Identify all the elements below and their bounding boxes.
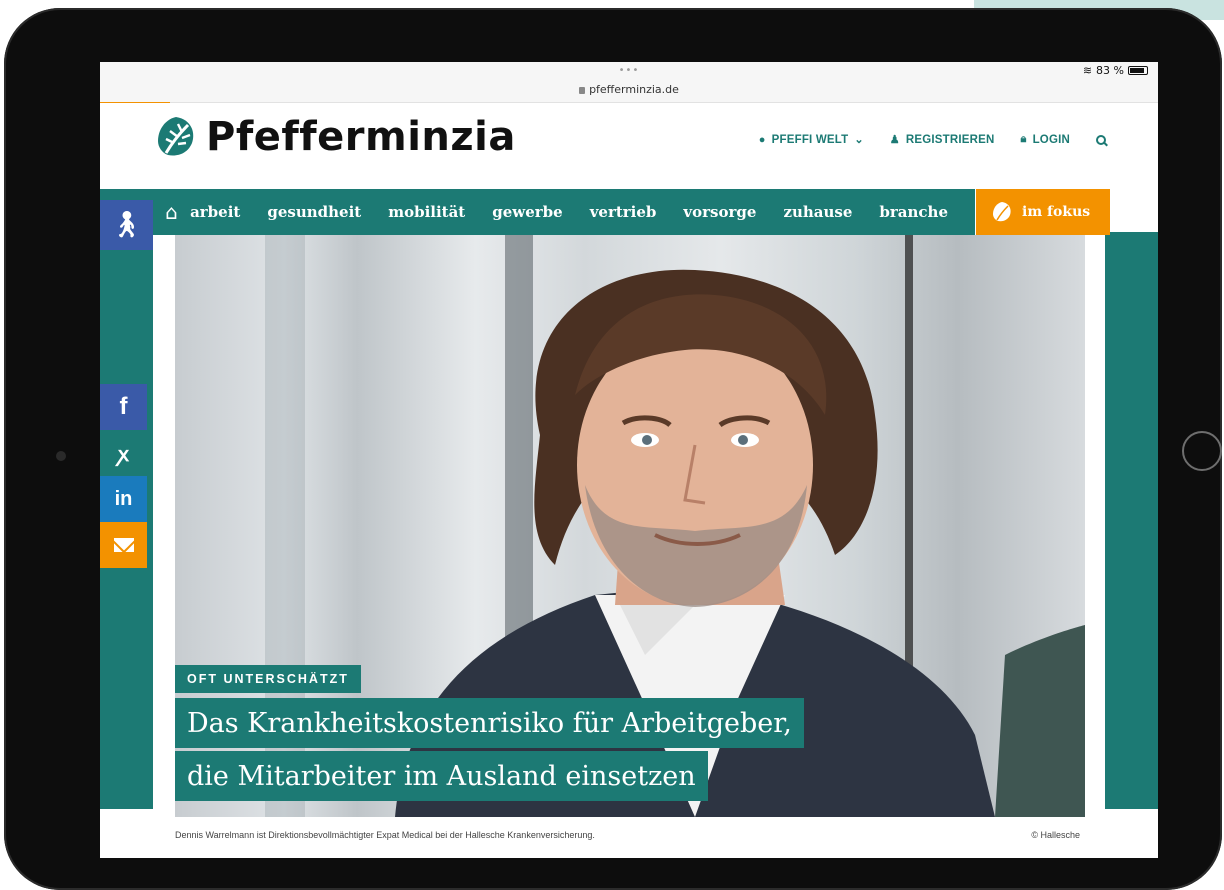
url-text: pfefferminzia.de <box>589 83 679 96</box>
im-fokus-label: im fokus <box>1022 204 1091 220</box>
image-caption: Dennis Warrelmann ist Direktionsbevollmä… <box>175 830 595 840</box>
battery-icon <box>1128 66 1148 75</box>
nav-vorsorge[interactable]: vorsorge <box>683 203 756 221</box>
nav-vertrieb[interactable]: vertrieb <box>590 203 657 221</box>
tab-dots[interactable]: ••• <box>100 65 1158 76</box>
login-label: LOGIN <box>1032 133 1070 146</box>
image-credit: © Hallesche <box>1031 830 1080 840</box>
category-navigation: ⌂ arbeit gesundheit mobilität gewerbe ve… <box>153 189 975 235</box>
xing-icon: ꭗ <box>118 443 129 466</box>
site-logo[interactable]: Pfefferminzia <box>152 113 516 161</box>
pfeffi-welt-label: PFEFFI WELT <box>771 133 849 146</box>
pfeffi-welt-menu[interactable]: ● PFEFFI WELT ⌄ <box>758 133 864 147</box>
browser-screen: ••• pfefferminzia.de ≋ 83 % Pfefferminzi… <box>100 62 1158 858</box>
right-teal-panel <box>1105 232 1158 809</box>
tablet-device: ••• pfefferminzia.de ≋ 83 % Pfefferminzi… <box>4 8 1222 890</box>
search-icon <box>1096 134 1106 145</box>
search-button[interactable] <box>1096 134 1106 145</box>
article-title-line-2[interactable]: die Mitarbeiter im Ausland einsetzen <box>175 751 708 801</box>
nav-branche[interactable]: branche <box>879 203 948 221</box>
home-icon[interactable]: ⌂ <box>153 200 190 224</box>
nav-mobilitaet[interactable]: mobilität <box>388 203 465 221</box>
facebook-icon: f <box>119 393 128 420</box>
home-button[interactable] <box>1182 431 1222 471</box>
share-linkedin-button[interactable]: in <box>100 476 147 522</box>
logo-text: Pfefferminzia <box>206 114 516 160</box>
share-mail-button[interactable] <box>100 522 147 568</box>
accessibility-icon: 🚶︎ <box>109 210 143 240</box>
battery-percent: 83 % <box>1096 64 1124 77</box>
status-bar: ••• pfefferminzia.de ≋ 83 % <box>100 62 1158 103</box>
nav-arbeit[interactable]: arbeit <box>190 203 240 221</box>
mail-icon <box>113 538 134 552</box>
lock-icon <box>579 87 586 94</box>
share-facebook-button[interactable]: f <box>100 384 147 430</box>
status-indicators: ≋ 83 % <box>1083 64 1148 77</box>
image-caption-bar: Dennis Warrelmann ist Direktionsbevollmä… <box>100 817 1158 858</box>
wifi-icon: ≋ <box>1082 64 1093 77</box>
share-xing-button[interactable]: ꭗ <box>100 430 147 476</box>
accessibility-button[interactable]: 🚶︎ <box>100 200 153 250</box>
linkedin-icon: in <box>114 487 133 510</box>
user-icon: ♟ <box>889 134 900 146</box>
leaf-logo-icon <box>158 117 194 156</box>
im-fokus-button[interactable]: im fokus <box>976 189 1110 235</box>
site-header: Pfefferminzia ● PFEFFI WELT ⌄ ♟ REGISTRI… <box>100 103 1158 189</box>
top-navigation: ● PFEFFI WELT ⌄ ♟ REGISTRIEREN 🔒︎ LOGIN <box>759 133 1106 146</box>
nav-gewerbe[interactable]: gewerbe <box>492 203 562 221</box>
nav-gesundheit[interactable]: gesundheit <box>267 203 361 221</box>
article-kicker: OFT UNTERSCHÄTZT <box>175 665 361 693</box>
camera-icon <box>56 451 66 461</box>
nav-zuhause[interactable]: zuhause <box>783 203 852 221</box>
article-title-line-1[interactable]: Das Krankheitskostenrisiko für Arbeitgeb… <box>175 698 804 748</box>
globe-icon: ● <box>758 133 766 146</box>
hero-image[interactable]: OFT UNTERSCHÄTZT Das Krankheitskostenris… <box>175 235 1085 817</box>
lock-icon: 🔒︎ <box>1020 133 1027 145</box>
register-link[interactable]: ♟ REGISTRIEREN <box>889 133 995 147</box>
login-link[interactable]: 🔒︎ LOGIN <box>1021 133 1070 146</box>
address-bar[interactable]: pfefferminzia.de <box>100 83 1158 96</box>
register-label: REGISTRIEREN <box>905 133 995 146</box>
leaf-icon <box>993 202 1011 222</box>
chevron-down-icon: ⌄ <box>854 134 864 146</box>
